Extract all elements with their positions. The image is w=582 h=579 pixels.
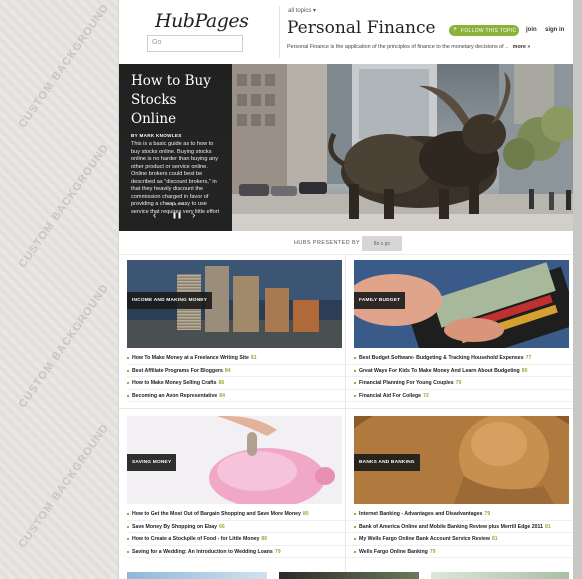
category-tag[interactable]: INCOME AND MAKING MONEY [127, 292, 213, 309]
hub-link[interactable]: My Wells Fargo Online Bank Account Servi… [354, 533, 573, 546]
hub-score: 79 [274, 548, 281, 555]
search-placeholder: Go [152, 39, 162, 46]
background-left: CUSTOM BACKGROUND CUSTOM BACKGROUND CUST… [0, 0, 119, 579]
plus-icon: + [453, 26, 458, 33]
category-image[interactable]: FAMILY BUDGET [354, 260, 569, 348]
join-link[interactable]: join [526, 27, 537, 33]
category-image[interactable]: INCOME AND MAKING MONEY [127, 260, 342, 348]
hubpages-logo[interactable]: HubPages [155, 10, 249, 32]
hub-link[interactable]: How To Make Money at a Freelance Writing… [127, 352, 355, 365]
hub-title: How to Create a Stockpile of Food - for … [132, 536, 260, 542]
hub-link[interactable]: Financial Planning For Young Couples 79 [354, 377, 573, 390]
next-row-image[interactable] [127, 572, 267, 579]
category-tag[interactable]: BANKS AND BANKING [354, 454, 420, 471]
hub-list: Best Budget Software- Budgeting & Tracki… [354, 352, 573, 402]
hub-score: 81 [545, 523, 551, 530]
hub-link[interactable]: How to Get the Most Out of Bargain Shopp… [127, 508, 355, 521]
watermark-text: CUSTOM BACKGROUND [16, 281, 112, 411]
hub-score: 86 [261, 536, 268, 542]
hub-title: My Wells Fargo Online Bank Account Servi… [359, 536, 490, 542]
more-link[interactable]: more » [513, 44, 531, 50]
next-slide-icon[interactable]: › [192, 210, 195, 221]
hub-title: Financial Planning For Young Couples [359, 380, 454, 386]
background-right [573, 0, 582, 579]
category-tag[interactable]: SAVING MONEY [127, 454, 177, 471]
previous-slide-icon[interactable]: ‹ [153, 210, 156, 221]
hub-score: 80 [302, 511, 309, 517]
hub-link[interactable]: Becoming an Avon Representative 84 [127, 390, 355, 402]
sponsor-label: HUBS PRESENTED BY [294, 240, 361, 246]
hub-score: 79 [455, 380, 462, 386]
page-title: Personal Finance [287, 18, 436, 38]
hub-title: How to Make Money Selling Crafts [132, 380, 217, 386]
hub-link[interactable]: Great Ways For Kids To Make Money And Le… [354, 365, 573, 377]
featured-title-line: Stocks Online [131, 92, 177, 127]
follow-topic-button[interactable]: + FOLLOW THIS TOPIC [449, 25, 519, 36]
search-input[interactable]: Go [147, 35, 243, 52]
featured-title[interactable]: How to Buy Stocks Online [131, 72, 220, 129]
hub-score: 84 [224, 367, 231, 374]
next-row-image[interactable] [279, 572, 419, 579]
hub-score: 66 [219, 523, 225, 530]
follow-label: FOLLOW THIS TOPIC [461, 28, 517, 34]
hub-score: 81 [250, 355, 257, 361]
featured-author[interactable]: BY MARK KNOWLES [131, 133, 220, 138]
hub-link[interactable]: Saving for a Wedding: An Introduction to… [127, 546, 355, 558]
hub-title: Internet Banking - Advantages and Disadv… [359, 511, 483, 517]
slide-indicator-dots[interactable]: ●●●●● [167, 201, 184, 206]
hub-list: Internet Banking - Advantages and Disadv… [354, 508, 573, 558]
hub-link[interactable]: Wells Fargo Online Banking 79 [354, 546, 573, 558]
hub-link[interactable]: How to Create a Stockpile of Food - for … [127, 533, 355, 546]
featured-title-line: How to Buy [131, 73, 211, 89]
hub-title: Financial Aid For College [359, 392, 422, 399]
topic-description: Personal Finance is the application of t… [287, 44, 530, 50]
hub-title: Save Money By Shopping on Ebay [132, 523, 218, 530]
hub-link[interactable]: Internet Banking - Advantages and Disadv… [354, 508, 573, 521]
header-divider [279, 6, 280, 58]
hub-score: 84 [219, 392, 226, 399]
hub-title: Best Affiliate Programs For Bloggers [132, 367, 223, 374]
hub-score: 86 [218, 380, 225, 386]
all-topics-link[interactable]: all topics ▾ [288, 7, 316, 14]
hub-link[interactable]: How to Make Money Selling Crafts 86 [127, 377, 355, 390]
hub-link[interactable]: Best Budget Software- Budgeting & Tracki… [354, 352, 573, 365]
hub-list: How To Make Money at a Freelance Writing… [127, 352, 355, 402]
row-divider [119, 408, 573, 409]
hub-link[interactable]: Financial Aid For College 72 [354, 390, 573, 402]
watermark-text: CUSTOM BACKGROUND [16, 141, 112, 271]
hub-score: 79 [429, 548, 436, 555]
hub-title: Bank of America Online and Mobile Bankin… [359, 523, 544, 530]
description-text: Personal Finance is the application of t… [287, 44, 509, 50]
hub-link[interactable]: Save Money By Shopping on Ebay 66 [127, 521, 355, 533]
hub-score: 77 [525, 355, 532, 361]
hub-score: 79 [484, 511, 491, 517]
sponsor-bar: HUBS PRESENTED BY 8o x go [119, 231, 573, 255]
hub-title: How To Make Money at a Freelance Writing… [132, 355, 249, 361]
sign-in-link[interactable]: sign in [545, 27, 564, 33]
watermark-text: CUSTOM BACKGROUND [16, 1, 112, 131]
hub-score: 72 [423, 392, 429, 399]
hub-title: Best Budget Software- Budgeting & Tracki… [359, 355, 524, 361]
category-image[interactable]: SAVING MONEY [127, 416, 342, 504]
hub-link[interactable]: Bank of America Online and Mobile Bankin… [354, 521, 573, 533]
hero-banner[interactable]: How to Buy Stocks Online BY MARK KNOWLES… [119, 64, 573, 231]
page: HubPages Go all topics ▾ Personal Financ… [119, 0, 573, 579]
hub-title: Saving for a Wedding: An Introduction to… [132, 548, 273, 555]
hub-score: 80 [521, 367, 528, 374]
pause-icon[interactable]: ❚❚ [172, 212, 182, 219]
header: HubPages Go all topics ▾ Personal Financ… [119, 0, 573, 64]
sponsor-logo[interactable]: 8o x go [362, 236, 402, 251]
hub-title: How to Get the Most Out of Bargain Shopp… [132, 511, 301, 517]
hub-list: How to Get the Most Out of Bargain Shopp… [127, 508, 355, 558]
category-tag[interactable]: FAMILY BUDGET [354, 292, 406, 309]
watermark-text: CUSTOM BACKGROUND [16, 421, 112, 551]
category-image[interactable]: BANKS AND BANKING [354, 416, 569, 504]
hub-title: Becoming an Avon Representative [132, 392, 218, 399]
next-row-image[interactable] [431, 572, 569, 579]
hub-title: Wells Fargo Online Banking [359, 548, 428, 555]
hub-link[interactable]: Best Affiliate Programs For Bloggers 84 [127, 365, 355, 377]
hub-title: Great Ways For Kids To Make Money And Le… [359, 367, 520, 374]
hub-score: 81 [491, 536, 498, 542]
